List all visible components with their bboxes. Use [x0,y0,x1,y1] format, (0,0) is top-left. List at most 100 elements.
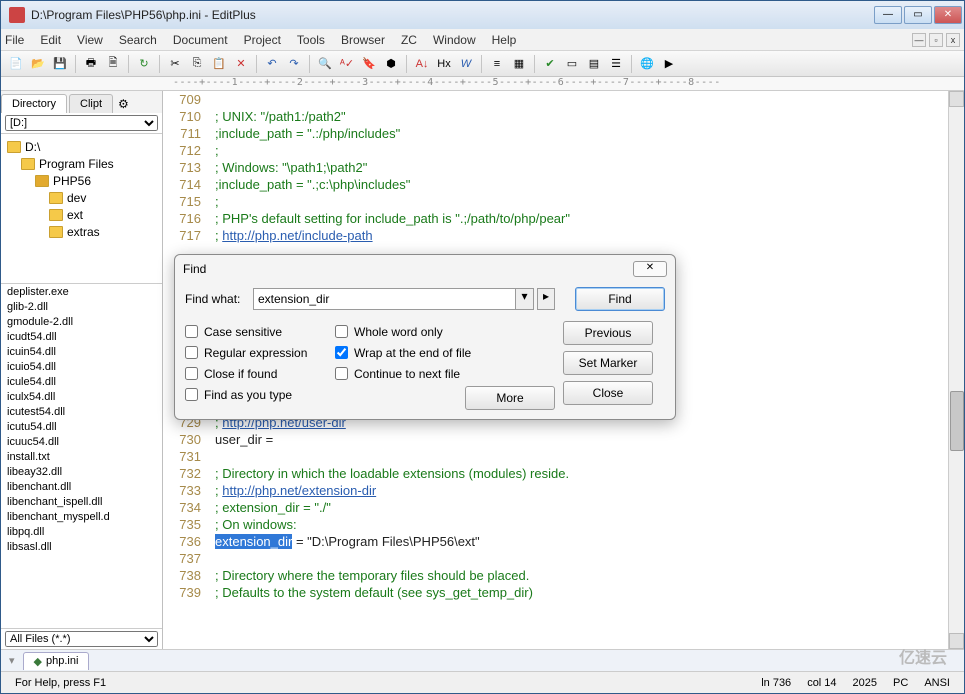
scroll-up-button[interactable] [949,91,964,107]
file-item[interactable]: deplister.exe [7,286,156,301]
file-list[interactable]: deplister.exeglib-2.dllgmodule-2.dllicud… [1,284,162,629]
minimize-button[interactable]: — [874,6,902,24]
mdi-close-button[interactable]: x [946,33,960,47]
hex-icon[interactable]: Hx [435,55,453,73]
new-file-icon[interactable]: 📄 [7,55,25,73]
close-find-button[interactable]: Close [563,381,653,405]
file-item[interactable]: libenchant.dll [7,481,156,496]
panel-settings-icon[interactable]: ⚙ [118,97,134,113]
scroll-thumb[interactable] [950,391,964,451]
modified-icon: ◆ [34,655,42,668]
file-item[interactable]: glib-2.dll [7,301,156,316]
redo-icon[interactable]: ↷ [285,55,303,73]
refresh-icon[interactable]: ↻ [135,55,153,73]
menu-document[interactable]: Document [173,33,228,47]
columns-icon[interactable]: ▦ [510,55,528,73]
maximize-button[interactable]: ▭ [904,6,932,24]
menu-help[interactable]: Help [492,33,517,47]
file-item[interactable]: libeay32.dll [7,466,156,481]
paste-icon[interactable]: 📋 [210,55,228,73]
window-icon[interactable]: ▭ [563,55,581,73]
menubar: File Edit View Search Document Project T… [1,29,964,51]
open-file-icon[interactable]: 📂 [29,55,47,73]
dialog-close-button[interactable]: ✕ [633,261,667,277]
run-icon[interactable]: ▶ [660,55,678,73]
find-button[interactable]: Find [575,287,665,311]
whole-word-checkbox[interactable] [335,325,348,338]
file-item[interactable]: icuin54.dll [7,346,156,361]
find-picker-button[interactable]: ▸ [537,288,555,310]
wrap-checkbox[interactable] [335,346,348,359]
delete-icon[interactable]: ✕ [232,55,250,73]
cut-icon[interactable]: ✂ [166,55,184,73]
menu-view[interactable]: View [77,33,103,47]
close-if-found-checkbox[interactable] [185,367,198,380]
font-a-icon[interactable]: A↓ [413,55,431,73]
file-item[interactable]: icudt54.dll [7,331,156,346]
more-button[interactable]: More [465,386,555,410]
menu-file[interactable]: File [5,33,24,47]
tree-node[interactable]: D:\ [3,138,160,155]
file-item[interactable]: gmodule-2.dll [7,316,156,331]
tab-nav-icon[interactable]: ▾ [9,654,15,667]
continue-next-file-checkbox[interactable] [335,367,348,380]
previous-button[interactable]: Previous [563,321,653,345]
file-item[interactable]: iculx54.dll [7,391,156,406]
tree-node[interactable]: dev [3,189,160,206]
menu-tools[interactable]: Tools [297,33,325,47]
grid-icon[interactable]: ▤ [585,55,603,73]
file-item[interactable]: install.txt [7,451,156,466]
check-icon[interactable]: ✔ [541,55,559,73]
file-item[interactable]: icutu54.dll [7,421,156,436]
tab-directory[interactable]: Directory [1,94,67,113]
wordwrap-icon[interactable]: W [457,55,475,73]
scroll-down-button[interactable] [949,633,964,649]
file-filter-select[interactable]: All Files (*.*) [5,631,158,647]
file-item[interactable]: icutest54.dll [7,406,156,421]
file-item[interactable]: icuio54.dll [7,361,156,376]
tree-node[interactable]: PHP56 [3,172,160,189]
status-total: 2025 [853,677,877,689]
tab-clipt[interactable]: Clipt [69,94,113,113]
file-item[interactable]: libenchant_ispell.dll [7,496,156,511]
preview-icon[interactable]: 🗎 [104,55,122,73]
find-history-dropdown[interactable]: ▾ [516,288,534,310]
list-icon[interactable]: ☰ [607,55,625,73]
set-marker-button[interactable]: Set Marker [563,351,653,375]
file-item[interactable]: libenchant_myspell.d [7,511,156,526]
indent-icon[interactable]: ≡ [488,55,506,73]
file-item[interactable]: icule54.dll [7,376,156,391]
file-item[interactable]: libpq.dll [7,526,156,541]
folder-tree[interactable]: D:\Program FilesPHP56devextextras [1,134,162,284]
menu-zc[interactable]: ZC [401,33,417,47]
case-sensitive-checkbox[interactable] [185,325,198,338]
search-icon[interactable]: 🔍 [316,55,334,73]
menu-window[interactable]: Window [433,33,476,47]
close-button[interactable]: ✕ [934,6,962,24]
menu-browser[interactable]: Browser [341,33,385,47]
spellcheck-icon[interactable]: ᴬ✓ [338,55,356,73]
menu-project[interactable]: Project [244,33,281,47]
find-as-you-type-checkbox[interactable] [185,388,198,401]
tree-node[interactable]: ext [3,206,160,223]
menu-edit[interactable]: Edit [40,33,61,47]
bookmark-icon[interactable]: 🔖 [360,55,378,73]
mdi-minimize-button[interactable]: — [912,33,926,47]
doctab-php-ini[interactable]: ◆ php.ini [23,652,90,670]
tag-icon[interactable]: ⬢ [382,55,400,73]
save-icon[interactable]: 💾 [51,55,69,73]
find-input[interactable] [253,288,516,310]
undo-icon[interactable]: ↶ [263,55,281,73]
mdi-restore-button[interactable]: ▫ [929,33,943,47]
file-item[interactable]: libsasl.dll [7,541,156,556]
drive-select[interactable]: [D:] [5,115,158,131]
menu-search[interactable]: Search [119,33,157,47]
regex-checkbox[interactable] [185,346,198,359]
tree-node[interactable]: extras [3,223,160,240]
file-item[interactable]: icuuc54.dll [7,436,156,451]
tree-node[interactable]: Program Files [3,155,160,172]
print-icon[interactable]: 🖶 [82,55,100,73]
browser-icon[interactable]: 🌐 [638,55,656,73]
copy-icon[interactable]: ⎘ [188,55,206,73]
vertical-scrollbar[interactable] [948,91,964,649]
